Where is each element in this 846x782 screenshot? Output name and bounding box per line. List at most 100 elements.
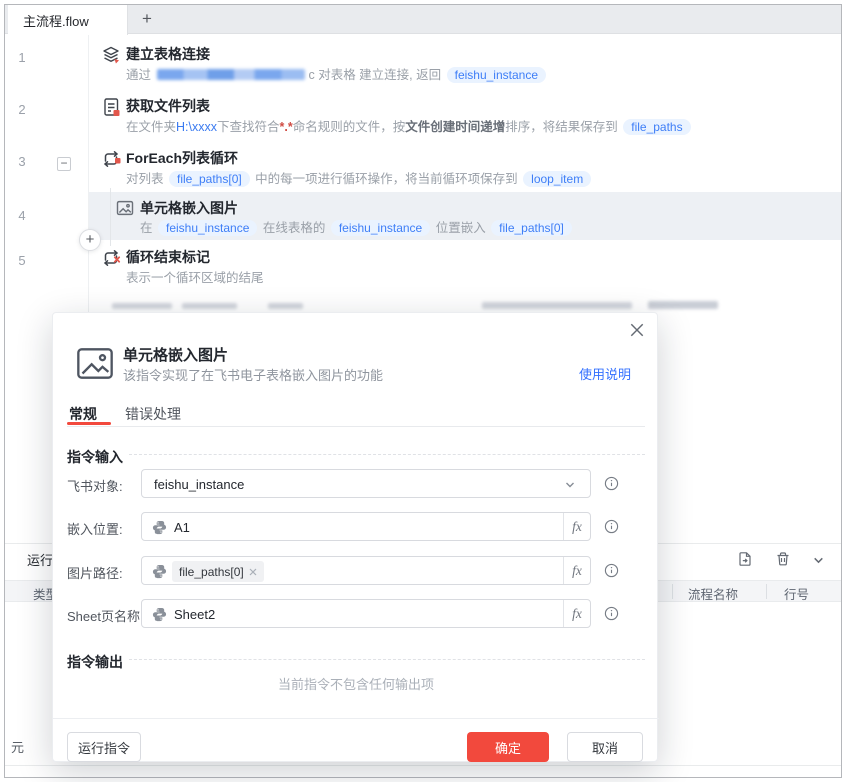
- info-icon[interactable]: [604, 476, 619, 491]
- remove-chip-icon[interactable]: [249, 568, 257, 576]
- step-title[interactable]: ForEach列表循环: [126, 148, 238, 168]
- python-icon: [152, 607, 167, 622]
- image-icon: [116, 200, 134, 216]
- confirm-button[interactable]: 确定: [467, 732, 549, 762]
- loop-icon: [103, 151, 121, 167]
- python-icon: [152, 520, 167, 535]
- clear-log-icon[interactable]: [775, 551, 791, 567]
- chip-label: file_paths[0]: [179, 564, 244, 579]
- variable-chip[interactable]: file_paths[0]: [168, 171, 250, 187]
- clipped-step-text: [112, 303, 172, 309]
- add-step-button[interactable]: +: [79, 229, 101, 251]
- variable-chip[interactable]: file_paths: [623, 119, 691, 135]
- clipped-step-text: [182, 303, 237, 309]
- layers-icon: [103, 46, 119, 64]
- step-description: 通过 c 对表格 建立连接, 返回 feishu_instance: [126, 64, 548, 83]
- variable-chip[interactable]: loop_item: [523, 171, 592, 187]
- text-segment: 中的每一项进行循环操作，将当前循环项保存到: [251, 172, 522, 186]
- field-label: Sheet页名称:: [67, 609, 144, 624]
- tab-error-handling[interactable]: 错误处理: [125, 404, 181, 424]
- dialog-title: 单元格嵌入图片: [123, 347, 229, 364]
- text-segment: 对列表: [126, 172, 167, 186]
- cancel-button[interactable]: 取消: [567, 732, 643, 762]
- tab-main-flow[interactable]: 主流程.flow: [8, 5, 128, 35]
- collapse-panel-icon[interactable]: [812, 554, 825, 567]
- document-icon: [104, 98, 120, 116]
- run-panel-title: 运行: [27, 553, 54, 568]
- run-instruction-button[interactable]: 运行指令: [67, 732, 141, 762]
- step-title[interactable]: 循环结束标记: [126, 247, 210, 267]
- help-link[interactable]: 使用说明: [579, 364, 631, 383]
- step-number: 4: [18, 208, 26, 223]
- column-header-flow-name: 流程名称: [688, 588, 739, 602]
- info-icon[interactable]: [604, 519, 619, 534]
- info-icon[interactable]: [604, 606, 619, 621]
- python-icon: [152, 564, 167, 579]
- step-title[interactable]: 获取文件列表: [126, 96, 210, 116]
- export-log-icon[interactable]: [737, 551, 753, 567]
- step-title[interactable]: 建立表格连接: [126, 44, 210, 64]
- input-section-title: 指令输入: [67, 449, 123, 465]
- field-label: 飞书对象:: [67, 479, 123, 494]
- text-segment: 排序，将结果保存到: [505, 120, 622, 134]
- panel-bottom-divider: [5, 765, 841, 766]
- step-number: 3: [18, 154, 26, 169]
- text-segment: H:\xxxx: [176, 120, 217, 134]
- text-segment: *.*: [279, 120, 293, 134]
- step-description: 在文件夹H:\xxxx下查找符合*.*命名规则的文件，按文件创建时间递增排序，将…: [126, 116, 693, 135]
- variable-chip[interactable]: file_paths[0]: [491, 220, 572, 236]
- instruction-config-dialog: 单元格嵌入图片 该指令实现了在飞书电子表格嵌入图片的功能 使用说明 常规 错误处…: [52, 312, 659, 762]
- input-value: A1: [174, 520, 190, 535]
- fx-expression-button[interactable]: fx: [563, 557, 590, 584]
- clipped-step-text: [648, 301, 718, 309]
- variable-chip[interactable]: feishu_instance: [330, 220, 431, 236]
- collapse-loop-button[interactable]: −: [57, 157, 71, 171]
- fx-expression-button[interactable]: fx: [563, 513, 590, 540]
- column-header-line-no: 行号: [784, 588, 810, 602]
- app-root: 主流程.flow + 1 建立表格连接 通过 c 对表格 建立连接, 返回 fe…: [0, 0, 846, 782]
- bottom-left-clipped-text: 元: [11, 740, 25, 755]
- text-segment: 位置嵌入: [432, 221, 490, 235]
- text-segment: 在线表格的: [259, 221, 329, 235]
- step-description: 在 feishu_instance 在线表格的 feishu_instance …: [140, 217, 574, 236]
- step-number: 2: [18, 102, 26, 117]
- select-value: feishu_instance: [154, 477, 245, 492]
- flow-tab-bar: [5, 5, 841, 34]
- footer-divider: [53, 718, 659, 719]
- close-icon[interactable]: [629, 322, 645, 338]
- chevron-down-icon: [566, 482, 574, 488]
- step-title[interactable]: 单元格嵌入图片: [140, 198, 238, 218]
- new-tab-button[interactable]: +: [134, 6, 160, 32]
- text-segment: 在文件夹: [126, 120, 177, 134]
- input-value: Sheet2: [174, 607, 216, 622]
- tab-general[interactable]: 常规: [69, 404, 97, 424]
- column-divider: [672, 584, 673, 599]
- variable-chip[interactable]: feishu_instance: [446, 67, 546, 83]
- fx-expression-button[interactable]: fx: [563, 600, 590, 627]
- text-segment: 文件创建时间递增: [405, 120, 506, 134]
- text-segment: 表示一个循环区域的结尾: [126, 271, 264, 285]
- clipped-step-text: [268, 303, 303, 309]
- value-chip[interactable]: file_paths[0]: [172, 561, 264, 582]
- info-icon[interactable]: [604, 563, 619, 578]
- step-number: 5: [18, 253, 26, 268]
- embed-position-input[interactable]: A1 fx: [141, 512, 591, 541]
- output-section-title: 指令输出: [67, 654, 123, 670]
- feishu-object-select[interactable]: feishu_instance: [141, 469, 591, 498]
- loop-indent-guide: [110, 188, 111, 246]
- active-tab-underline: [67, 422, 111, 425]
- redacted-text: [157, 69, 306, 80]
- text-segment: 命名规则的文件，按: [292, 120, 406, 134]
- clipped-step-text: [482, 302, 632, 309]
- field-label: 图片路径:: [67, 566, 123, 581]
- sheet-name-input[interactable]: Sheet2 fx: [141, 599, 591, 628]
- tabs-divider: [67, 426, 645, 427]
- image-path-input[interactable]: file_paths[0] fx: [141, 556, 591, 585]
- text-segment: 在: [140, 221, 156, 235]
- dialog-image-icon: [77, 348, 113, 379]
- variable-chip[interactable]: feishu_instance: [157, 220, 258, 236]
- text-segment: 通过: [126, 68, 155, 82]
- step-number: 1: [18, 50, 26, 65]
- dialog-subtitle: 该指令实现了在飞书电子表格嵌入图片的功能: [123, 368, 384, 383]
- field-label: 嵌入位置:: [67, 522, 123, 537]
